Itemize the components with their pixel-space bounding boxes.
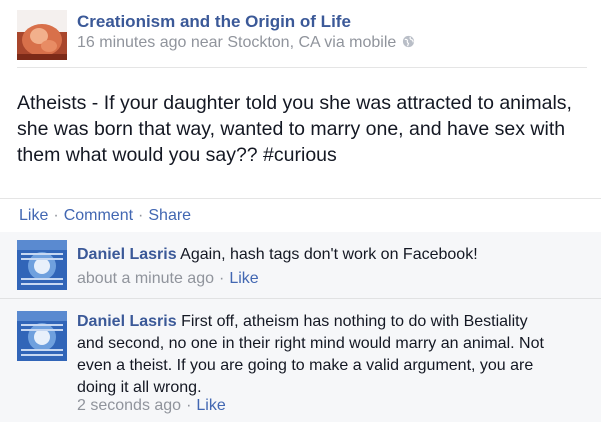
page-name[interactable]: Creationism and the Origin of Life [77, 12, 351, 32]
globe-icon[interactable] [402, 35, 415, 48]
comment-button[interactable]: Comment [64, 207, 133, 224]
commenter-avatar[interactable] [17, 311, 67, 361]
post-text: Atheists - If your daughter told you she… [17, 92, 572, 166]
comment-timestamp[interactable]: about a minute ago [77, 270, 214, 287]
post-meta: 16 minutes ago near Stockton, CA via mob… [77, 34, 415, 52]
comments-section: Daniel Lasris Again, hash tags don't wor… [0, 232, 601, 422]
comment-meta: 2 seconds ago · Like [77, 397, 226, 415]
comment-like-button[interactable]: Like [229, 270, 258, 287]
page-avatar[interactable] [17, 10, 67, 60]
comment: Daniel Lasris First off, atheism has not… [0, 298, 601, 422]
post-actions: Like · Comment · Share [19, 207, 191, 225]
comment-author[interactable]: Daniel Lasris [77, 313, 177, 330]
share-button[interactable]: Share [148, 207, 191, 224]
comment-timestamp[interactable]: 2 seconds ago [77, 397, 181, 414]
action-separator: · [53, 207, 59, 224]
comment-author[interactable]: Daniel Lasris [77, 246, 177, 263]
action-separator: · [138, 207, 144, 224]
like-button[interactable]: Like [19, 207, 48, 224]
comment-meta: about a minute ago · Like [77, 270, 259, 288]
comment-body: Daniel Lasris Again, hash tags don't wor… [77, 244, 557, 266]
comment-body: Daniel Lasris First off, atheism has not… [77, 311, 557, 399]
post-actions-bar: Like · Comment · Share [0, 198, 601, 232]
header-divider [17, 67, 587, 68]
post-timestamp[interactable]: 16 minutes ago near Stockton, CA via mob… [77, 34, 396, 51]
comment-text: Again, hash tags don't work on Facebook! [180, 246, 478, 263]
comment-like-button[interactable]: Like [196, 397, 225, 414]
meta-separator: · [219, 270, 225, 287]
meta-separator: · [186, 397, 192, 414]
post-header: Creationism and the Origin of Life 16 mi… [17, 10, 587, 62]
commenter-avatar[interactable] [17, 240, 67, 290]
comment: Daniel Lasris Again, hash tags don't wor… [0, 232, 601, 298]
